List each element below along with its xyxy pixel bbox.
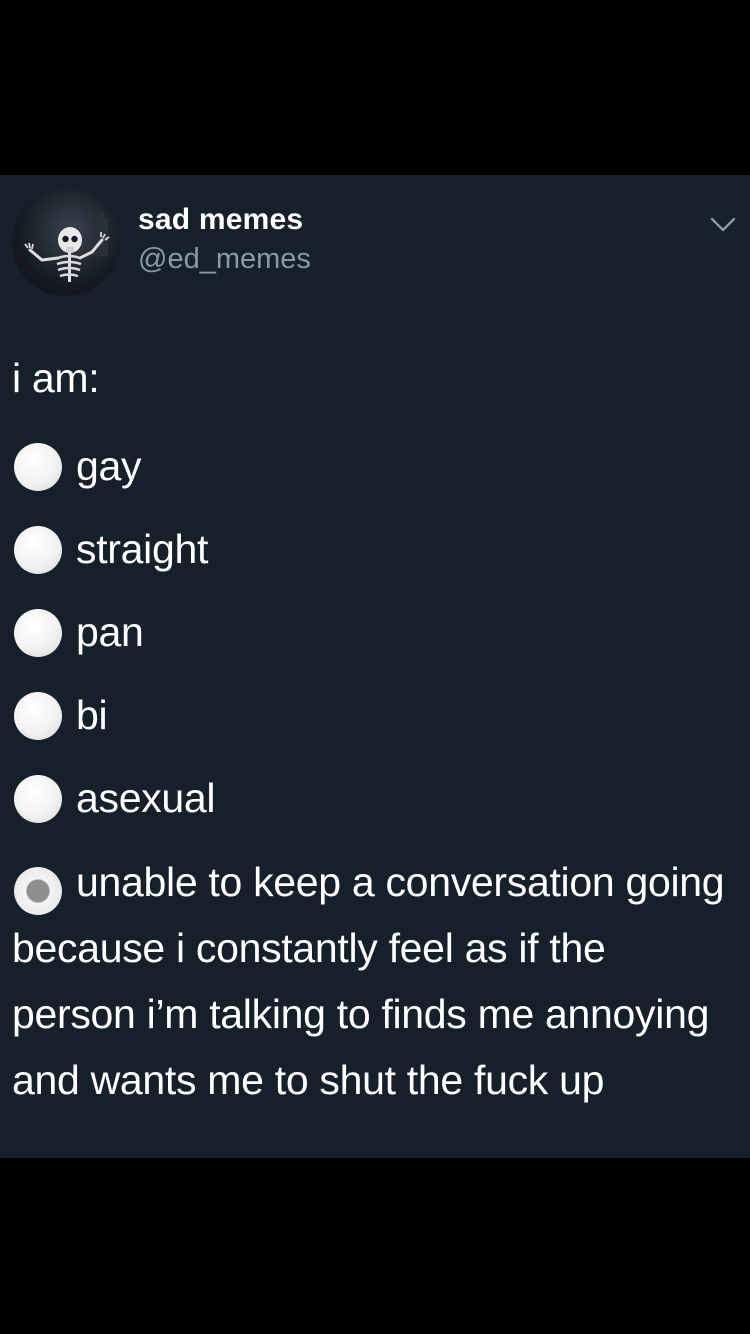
avatar[interactable] xyxy=(12,188,120,296)
option-label: pan xyxy=(76,609,144,655)
tweet-intro: i am: xyxy=(12,355,100,401)
option-label: gay xyxy=(76,443,142,489)
top-black-bar xyxy=(0,0,750,175)
chevron-down-icon[interactable] xyxy=(706,211,740,239)
option-label: unable to keep a conversation going beca… xyxy=(12,859,725,1103)
skeleton-icon xyxy=(24,212,110,282)
option-straight[interactable]: straight xyxy=(12,508,738,591)
radio-button[interactable] xyxy=(14,443,62,491)
option-label: straight xyxy=(76,526,209,572)
option-unable-to-keep-conversation[interactable]: unable to keep a conversation going beca… xyxy=(12,849,738,1113)
option-asexual[interactable]: asexual xyxy=(12,757,738,840)
radio-button[interactable] xyxy=(14,692,62,740)
bottom-black-bar xyxy=(0,1158,750,1334)
tweet-text: i am: gay straight pan bi asexual unable… xyxy=(12,347,738,1113)
radio-button[interactable] xyxy=(14,609,62,657)
radio-button[interactable] xyxy=(14,775,62,823)
tweet-card: sad memes @ed_memes i am: gay straight p… xyxy=(0,175,750,1158)
user-handle[interactable]: @ed_memes xyxy=(138,243,311,276)
radio-button-selected[interactable] xyxy=(14,867,62,915)
option-gay[interactable]: gay xyxy=(12,425,738,508)
option-bi[interactable]: bi xyxy=(12,674,738,757)
option-label: bi xyxy=(76,692,108,738)
option-label: asexual xyxy=(76,775,216,821)
display-name[interactable]: sad memes xyxy=(138,203,303,237)
option-pan[interactable]: pan xyxy=(12,591,738,674)
radio-button[interactable] xyxy=(14,526,62,574)
